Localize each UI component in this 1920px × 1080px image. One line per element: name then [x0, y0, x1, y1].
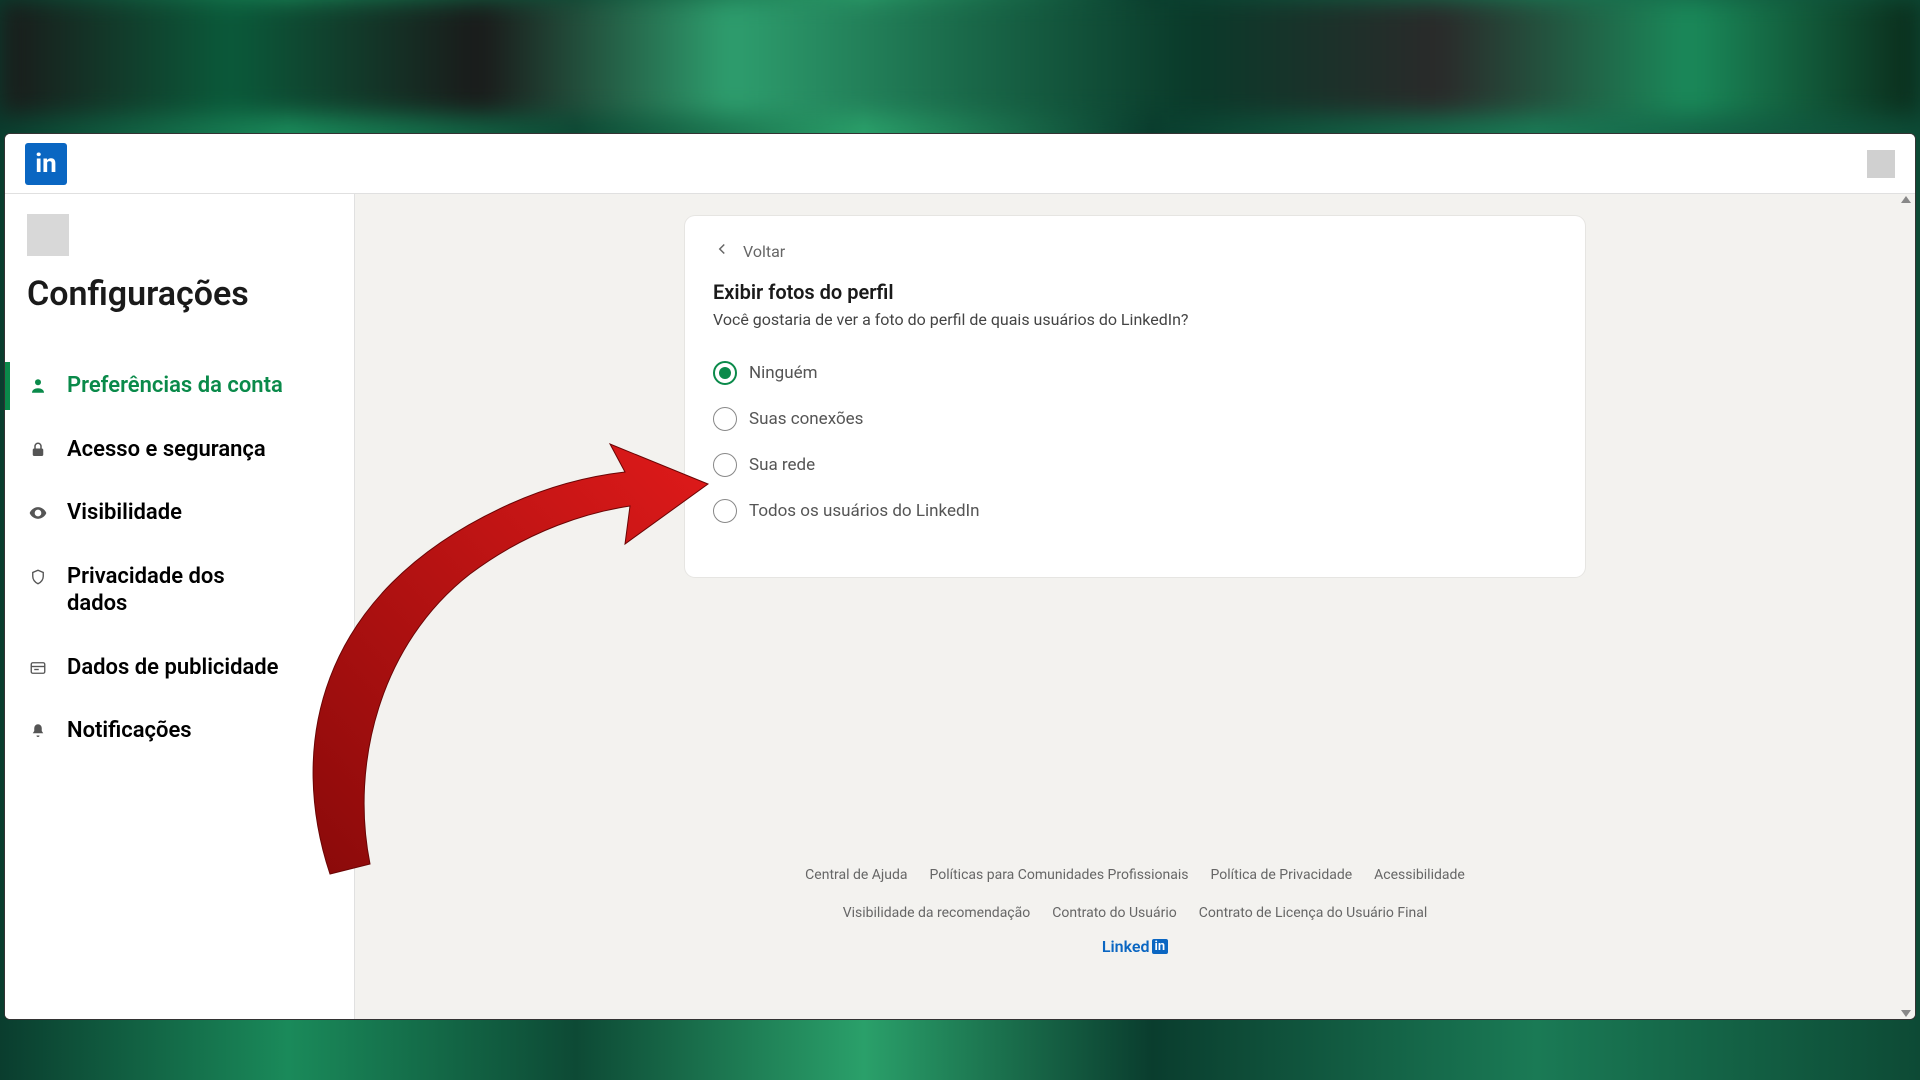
content-area: Voltar Exibir fotos do perfil Você gosta… [355, 194, 1915, 1019]
scroll-down-icon [1901, 1010, 1911, 1017]
footer-link[interactable]: Política de Privacidade [1211, 867, 1353, 883]
linkedin-in-icon: in [1152, 939, 1169, 954]
card-subheading: Você gostaria de ver a foto do perfil de… [713, 310, 1557, 329]
radio-option-rede[interactable]: Sua rede [713, 453, 1557, 477]
background-blur [0, 0, 1920, 115]
back-label: Voltar [743, 242, 785, 261]
person-icon [27, 375, 49, 397]
footer-link[interactable]: Visibilidade da recomendação [843, 905, 1031, 921]
radio-icon [713, 361, 737, 385]
arrow-left-icon [713, 240, 731, 262]
back-button[interactable]: Voltar [713, 240, 1557, 262]
radio-label: Todos os usuários do LinkedIn [749, 501, 980, 521]
footer-brand: Linked in [1102, 937, 1168, 956]
radio-label: Sua rede [749, 455, 815, 475]
sidebar-item-label: Visibilidade [67, 499, 182, 527]
avatar[interactable] [27, 214, 69, 256]
radio-option-todos[interactable]: Todos os usuários do LinkedIn [713, 499, 1557, 523]
radio-icon [713, 499, 737, 523]
footer-link[interactable]: Central de Ajuda [805, 867, 907, 883]
app-window: in Configurações Preferências da conta A… [4, 133, 1916, 1020]
top-bar: in [5, 134, 1915, 194]
sidebar-item-publicidade[interactable]: Dados de publicidade [27, 636, 354, 700]
scrollbar[interactable] [1899, 196, 1913, 1017]
footer-link[interactable]: Contrato do Usuário [1052, 905, 1177, 921]
body-area: Configurações Preferências da conta Aces… [5, 194, 1915, 1019]
radio-option-ninguem[interactable]: Ninguém [713, 361, 1557, 385]
sidebar-item-preferencias[interactable]: Preferências da conta [27, 354, 354, 418]
card-heading: Exibir fotos do perfil [713, 280, 1557, 304]
eye-icon [27, 502, 49, 524]
footer-links: Central de Ajuda Políticas para Comunida… [785, 867, 1485, 921]
radio-icon [713, 407, 737, 431]
settings-card: Voltar Exibir fotos do perfil Você gosta… [685, 216, 1585, 577]
sidebar-title: Configurações [27, 274, 354, 314]
sidebar-item-label: Acesso e segurança [67, 436, 266, 464]
sidebar-item-privacidade[interactable]: Privacidade dos dados [27, 545, 354, 636]
radio-label: Ninguém [749, 363, 818, 383]
footer-link[interactable]: Contrato de Licença do Usuário Final [1199, 905, 1428, 921]
sidebar-item-notificacoes[interactable]: Notificações [27, 699, 354, 763]
brand-text: Linked [1102, 937, 1150, 956]
linkedin-logo-icon[interactable]: in [25, 143, 67, 185]
lock-icon [27, 439, 49, 461]
sidebar-item-label: Privacidade dos dados [67, 563, 287, 618]
bell-icon [27, 720, 49, 742]
footer-link[interactable]: Acessibilidade [1374, 867, 1465, 883]
sidebar-item-visibilidade[interactable]: Visibilidade [27, 481, 354, 545]
radio-icon [713, 453, 737, 477]
avatar[interactable] [1867, 150, 1895, 178]
sidebar-item-label: Preferências da conta [67, 372, 283, 400]
scroll-up-icon [1901, 196, 1911, 203]
settings-sidebar: Configurações Preferências da conta Aces… [5, 194, 355, 1019]
shield-icon [27, 566, 49, 588]
footer-link[interactable]: Políticas para Comunidades Profissionais [930, 867, 1189, 883]
newspaper-icon [27, 657, 49, 679]
radio-option-conexoes[interactable]: Suas conexões [713, 407, 1557, 431]
radio-label: Suas conexões [749, 409, 863, 429]
sidebar-item-label: Dados de publicidade [67, 654, 279, 682]
sidebar-item-label: Notificações [67, 717, 192, 745]
sidebar-item-acesso[interactable]: Acesso e segurança [27, 418, 354, 482]
